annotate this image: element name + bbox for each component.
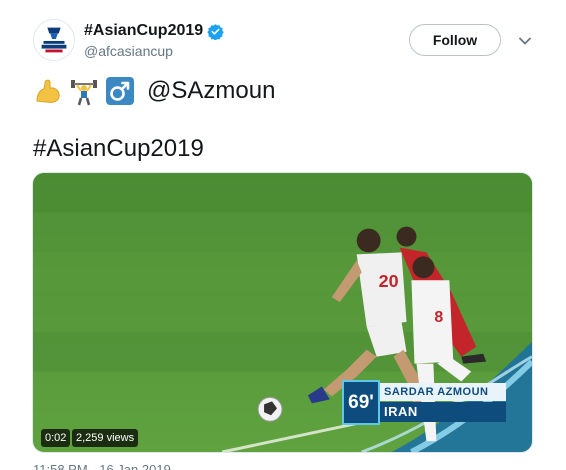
verified-badge-icon — [207, 23, 224, 40]
team-name: IRAN — [380, 402, 506, 422]
tweet-text-line: @SAzmoun — [33, 74, 275, 108]
ball-figure — [257, 396, 283, 422]
author-handle[interactable]: @afcasiancup — [84, 43, 173, 59]
flexed-biceps-emoji — [36, 79, 60, 103]
view-count-badge: 2,259 views — [72, 429, 139, 447]
video-duration-badge: 0:02 — [41, 429, 71, 447]
follow-button[interactable]: Follow — [409, 24, 501, 56]
svg-text:20: 20 — [379, 271, 399, 291]
player-name: SARDAR AZMOUN — [380, 383, 506, 401]
display-name-text[interactable]: #AsianCup2019 — [84, 22, 203, 40]
chevron-down-icon[interactable] — [518, 34, 532, 48]
hashtag-link[interactable]: #AsianCup2019 — [33, 135, 204, 163]
afc-asian-cup-logo-icon — [34, 20, 74, 60]
male-sign-emoji — [106, 77, 134, 105]
player-lower-third: 69' SARDAR AZMOUN IRAN — [342, 380, 506, 425]
avatar[interactable] — [33, 19, 75, 61]
mention-link[interactable]: @SAzmoun — [147, 77, 275, 105]
tweet-timestamp[interactable]: 11:58 PM - 16 Jan 2019 — [33, 462, 171, 470]
match-minute: 69' — [342, 380, 380, 425]
video-player[interactable]: 20 8 69' SARDAR AZMOUN IRAN 0:02 2,259 v… — [32, 172, 533, 453]
weight-lifter-emoji — [71, 80, 97, 106]
author-display-name[interactable]: #AsianCup2019 — [84, 22, 224, 40]
svg-text:8: 8 — [434, 309, 443, 326]
